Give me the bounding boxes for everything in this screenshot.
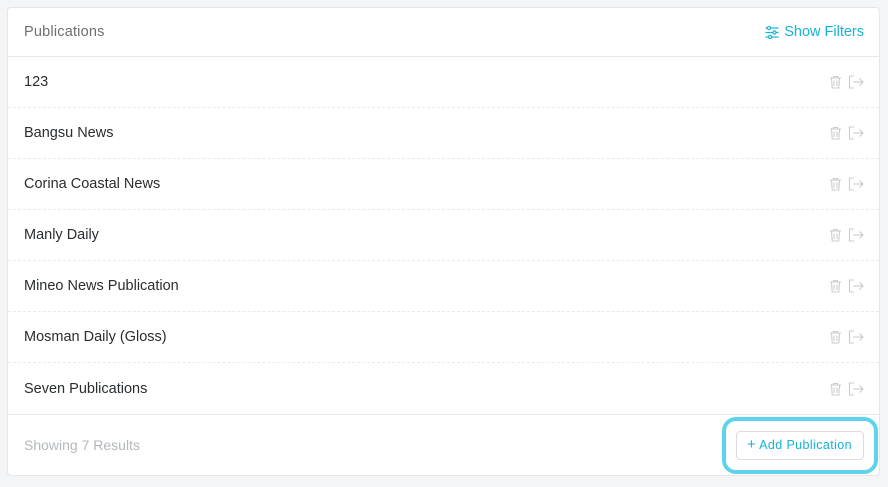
row-actions: [829, 228, 864, 242]
table-row[interactable]: Mosman Daily (Gloss): [8, 312, 879, 363]
plus-icon: +: [746, 436, 757, 453]
results-count: Showing 7 Results: [24, 437, 140, 453]
publication-name[interactable]: Mineo News Publication: [24, 278, 179, 294]
trash-icon[interactable]: [829, 126, 842, 140]
sliders-icon: [765, 25, 779, 39]
publication-name[interactable]: Seven Publications: [24, 381, 147, 397]
page-title: Publications: [24, 24, 105, 40]
publications-card: Publications Show Filters 123 Bangsu New…: [7, 7, 880, 476]
sign-out-icon[interactable]: [848, 330, 864, 344]
table-row[interactable]: Seven Publications: [8, 363, 879, 415]
trash-icon[interactable]: [829, 75, 842, 89]
publication-list: 123 Bangsu News Corina Coastal News Manl…: [8, 57, 879, 415]
add-publication-wrapper: + Add Publication: [721, 416, 878, 474]
sign-out-icon[interactable]: [848, 279, 864, 293]
sign-out-icon[interactable]: [848, 228, 864, 242]
add-publication-button[interactable]: + Add Publication: [735, 430, 864, 460]
publication-name[interactable]: Mosman Daily (Gloss): [24, 329, 167, 345]
row-actions: [829, 126, 864, 140]
table-row[interactable]: 123: [8, 57, 879, 108]
sign-out-icon[interactable]: [848, 126, 864, 140]
table-row[interactable]: Mineo News Publication: [8, 261, 879, 312]
trash-icon[interactable]: [829, 228, 842, 242]
row-actions: [829, 279, 864, 293]
add-publication-label: Add Publication: [759, 438, 852, 452]
row-actions: [829, 330, 864, 344]
row-actions: [829, 381, 864, 396]
row-actions: [829, 75, 864, 89]
sign-out-icon[interactable]: [848, 381, 864, 396]
show-filters-label: Show Filters: [784, 24, 864, 40]
row-actions: [829, 177, 864, 191]
sign-out-icon[interactable]: [848, 177, 864, 191]
publication-name[interactable]: Manly Daily: [24, 227, 99, 243]
trash-icon[interactable]: [829, 330, 842, 344]
publication-name[interactable]: Corina Coastal News: [24, 176, 160, 192]
card-header: Publications Show Filters: [8, 8, 879, 57]
trash-icon[interactable]: [829, 382, 842, 396]
trash-icon[interactable]: [829, 279, 842, 293]
show-filters-button[interactable]: Show Filters: [765, 24, 864, 40]
sign-out-icon[interactable]: [848, 75, 864, 89]
publication-name[interactable]: Bangsu News: [24, 125, 113, 141]
table-row[interactable]: Corina Coastal News: [8, 159, 879, 210]
card-footer: Showing 7 Results + Add Publication: [8, 415, 879, 475]
publication-name[interactable]: 123: [24, 74, 48, 90]
table-row[interactable]: Bangsu News: [8, 108, 879, 159]
trash-icon[interactable]: [829, 177, 842, 191]
table-row[interactable]: Manly Daily: [8, 210, 879, 261]
